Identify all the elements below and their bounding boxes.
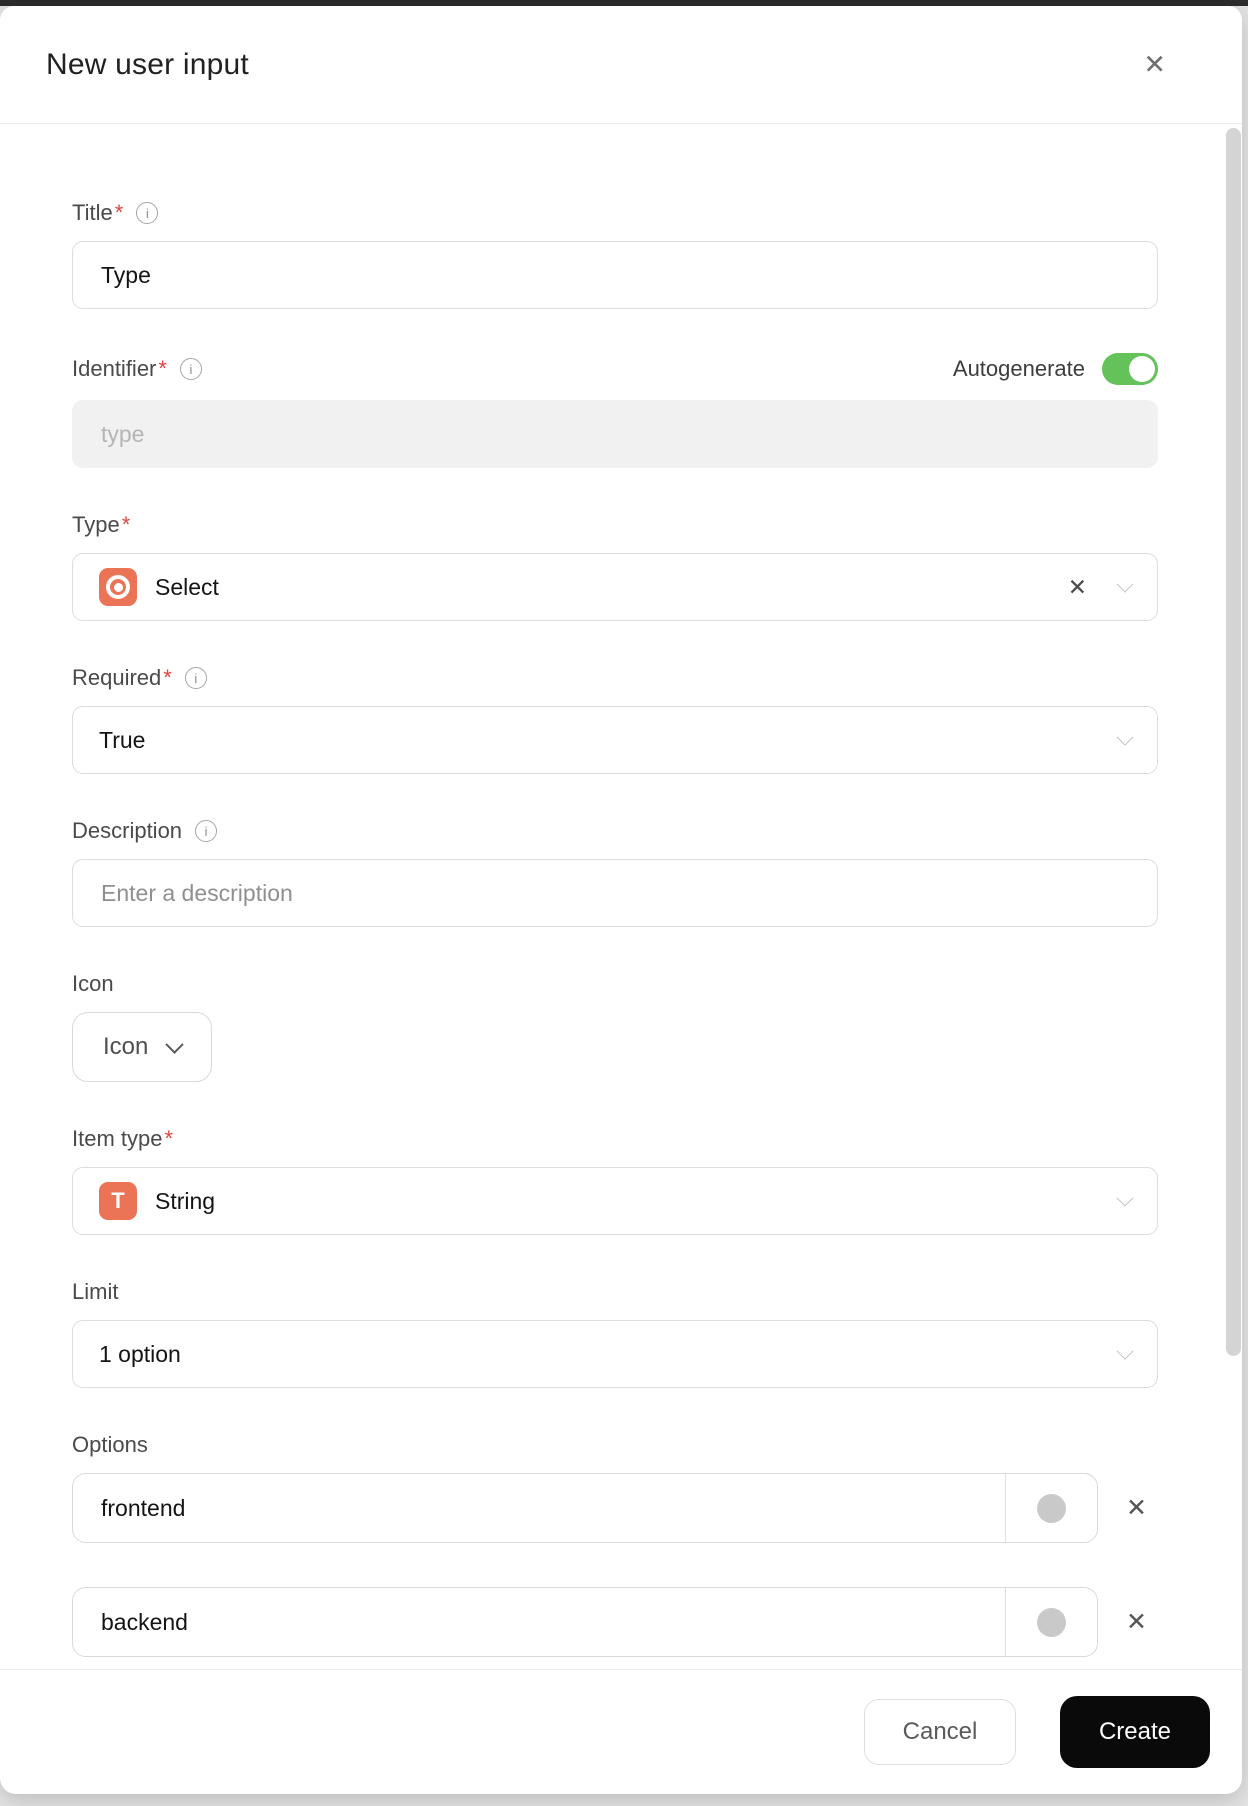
required-asterisk: * — [163, 665, 172, 690]
field-title: Title * i — [72, 200, 1158, 309]
option-box — [72, 1473, 1098, 1543]
toggle-knob — [1129, 356, 1155, 382]
option-row: ✕ — [72, 1587, 1158, 1657]
modal-body: Title* i Identifier* i Autogenerate — [0, 124, 1242, 1669]
clear-icon[interactable]: ✕ — [1068, 575, 1087, 599]
identifier-label: Identifier * — [72, 356, 167, 381]
identifier-input[interactable] — [72, 400, 1158, 468]
option-color-picker[interactable] — [1005, 1588, 1097, 1656]
limit-select[interactable]: 1 option — [72, 1320, 1158, 1388]
required-select-value: True — [99, 726, 146, 753]
field-type: Type * Select ✕ — [72, 512, 1158, 621]
required-label: Required * — [72, 665, 172, 690]
chevron-down-icon — [1116, 1342, 1134, 1360]
required-asterisk: * — [114, 200, 124, 225]
icon-picker-button[interactable]: Icon — [72, 1012, 213, 1082]
field-description: Description i — [72, 818, 1158, 927]
option-remove-icon[interactable]: ✕ — [1126, 1609, 1147, 1635]
modal-title: New user input — [46, 47, 249, 81]
chevron-down-icon — [1116, 1189, 1134, 1207]
field-options: Options ✕ ✕ — [72, 1432, 1158, 1657]
chevron-down-icon — [1116, 728, 1134, 746]
color-swatch-icon — [1037, 1607, 1066, 1637]
cancel-button[interactable]: Cancel — [864, 1699, 1016, 1765]
scrollbar-thumb[interactable] — [1226, 128, 1241, 1356]
modal-footer: Cancel Create — [0, 1669, 1242, 1794]
description-label: Description — [72, 818, 183, 843]
autogenerate-label: Autogenerate — [952, 356, 1085, 381]
option-box — [72, 1587, 1098, 1657]
option-color-picker[interactable] — [1005, 1474, 1097, 1542]
icon-label: Icon — [72, 971, 114, 996]
required-select[interactable]: True — [72, 706, 1158, 774]
description-input[interactable] — [72, 859, 1158, 927]
string-type-icon: T — [99, 1182, 137, 1220]
required-asterisk: * — [158, 356, 167, 381]
modal-header: New user input ✕ — [0, 6, 1242, 124]
field-required: Required * i True — [72, 665, 1158, 774]
create-button[interactable]: Create — [1060, 1696, 1210, 1768]
options-label: Options — [72, 1432, 148, 1457]
info-icon[interactable]: i — [179, 358, 202, 380]
new-user-input-modal: New user input ✕ Title* i Identifier* i … — [0, 6, 1242, 1794]
type-select-value: Select — [155, 573, 219, 600]
info-icon[interactable]: i — [195, 820, 218, 842]
field-limit: Limit 1 option — [72, 1279, 1158, 1388]
info-icon[interactable]: i — [184, 667, 207, 689]
info-icon[interactable]: i — [136, 202, 159, 224]
chevron-down-icon — [1116, 575, 1134, 593]
type-select[interactable]: Select ✕ — [72, 553, 1158, 621]
field-identifier: Identifier * i Autogenerate — [72, 353, 1158, 468]
title-input[interactable] — [72, 241, 1158, 309]
title-label: Title * — [72, 200, 124, 225]
autogenerate-control: Autogenerate — [953, 353, 1158, 385]
limit-label: Limit — [72, 1279, 119, 1304]
color-swatch-icon — [1037, 1493, 1066, 1523]
autogenerate-toggle[interactable] — [1102, 353, 1158, 385]
limit-select-value: 1 option — [99, 1340, 181, 1367]
option-row: ✕ — [72, 1473, 1158, 1543]
item-type-select-value: String — [155, 1187, 216, 1214]
item-type-select[interactable]: T String — [72, 1167, 1158, 1235]
required-asterisk: * — [121, 512, 131, 537]
required-asterisk: * — [164, 1126, 174, 1151]
item-type-label: Item type * — [72, 1126, 174, 1151]
chevron-down-icon — [165, 1034, 185, 1054]
type-label: Type * — [72, 512, 131, 537]
select-type-icon — [99, 568, 137, 606]
close-icon[interactable]: ✕ — [1143, 51, 1166, 78]
option-remove-icon[interactable]: ✕ — [1126, 1495, 1147, 1521]
option-input[interactable] — [73, 1474, 1005, 1542]
option-input[interactable] — [73, 1588, 1005, 1656]
field-item-type: Item type * T String — [72, 1126, 1158, 1235]
field-icon: Icon Icon — [72, 971, 1158, 1082]
icon-picker-label: Icon — [103, 1033, 149, 1060]
